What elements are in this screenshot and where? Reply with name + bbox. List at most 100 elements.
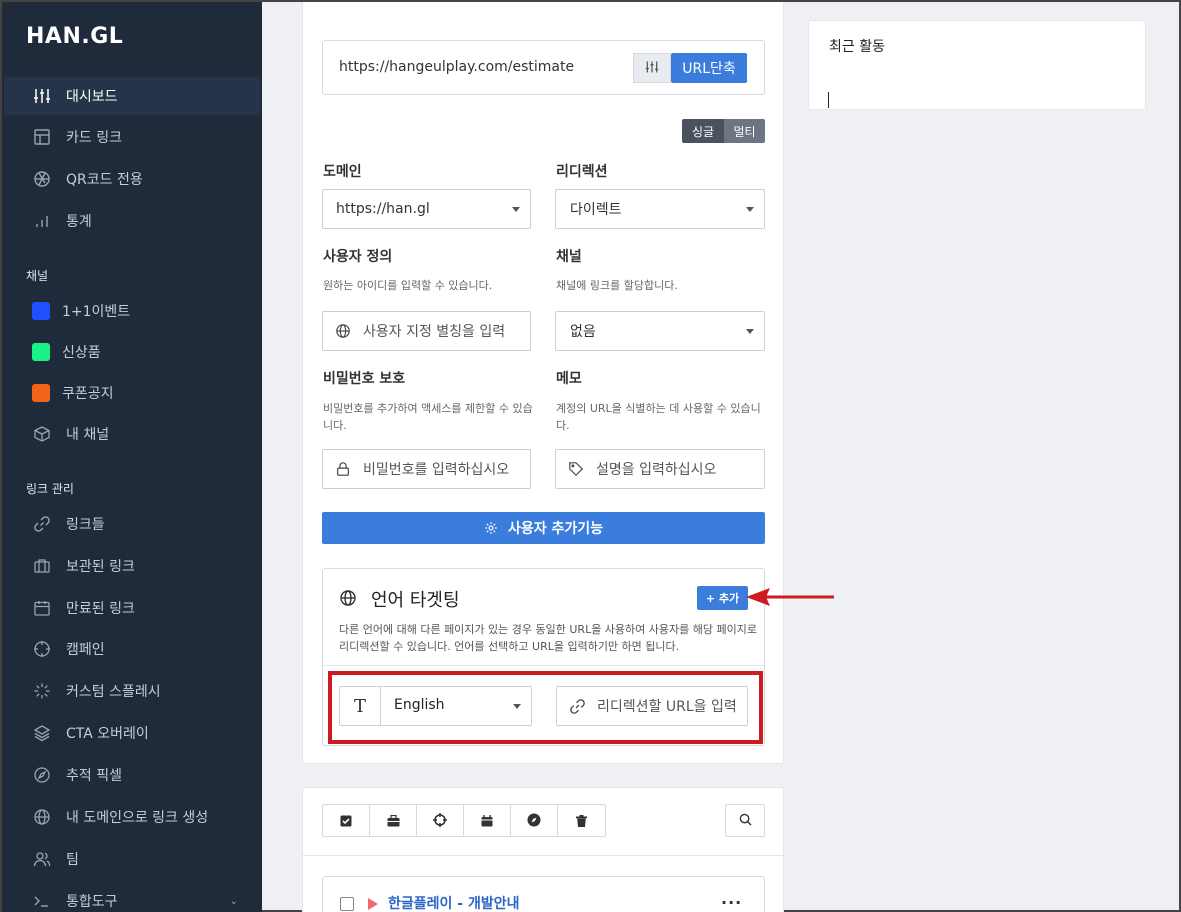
sidebar-item-label: 통계: [66, 214, 92, 230]
sidebar-item-expired[interactable]: 만료된 링크: [4, 589, 260, 627]
password-hint: 비밀번호를 추가하여 액세스를 제한할 수 있습니다.: [323, 402, 533, 432]
custom-features-button[interactable]: 사용자 추가기능: [322, 512, 765, 544]
campaign-button[interactable]: [417, 805, 464, 837]
custom-alias-label: 사용자 정의: [323, 249, 393, 265]
aperture-icon: [32, 169, 52, 189]
sidebar-item-label: 통합도구: [66, 894, 118, 910]
select-all-button[interactable]: [323, 805, 370, 837]
link-list-item: 한글플레이 - 개발안내 ...: [322, 876, 765, 912]
memo-label: 메모: [556, 371, 582, 387]
channel-select-value: 없음: [570, 324, 596, 340]
calendar-icon: [32, 598, 52, 618]
domain-select-value: https://han.gl: [336, 201, 430, 217]
channels-section-label: 채널: [26, 269, 49, 283]
gear-icon: [484, 521, 498, 535]
sidebar-item-integrations[interactable]: 통합도구 ⌄: [4, 882, 260, 912]
caret-down-icon: [746, 329, 754, 334]
custom-features-label: 사용자 추가기능: [507, 521, 604, 537]
password-placeholder: 비밀번호를 입력하십시오: [363, 462, 510, 478]
add-language-button[interactable]: + 추가: [697, 586, 748, 610]
channel-select[interactable]: 없음: [555, 311, 765, 351]
sidebar-item-card-link[interactable]: 카드 링크: [4, 118, 260, 156]
logo[interactable]: HAN.GL: [26, 24, 123, 49]
sidebar-item-label: 보관된 링크: [66, 559, 135, 575]
sidebar-item-channel-event[interactable]: 1+1이벤트: [4, 292, 260, 330]
link-title[interactable]: 한글플레이 - 개발안내: [388, 893, 519, 912]
sidebar-item-qr[interactable]: QR코드 전용: [4, 160, 260, 198]
multi-mode-toggle[interactable]: 멀티: [724, 119, 765, 143]
custom-alias-placeholder: 사용자 지정 별칭을 입력: [363, 324, 506, 340]
delete-button[interactable]: [558, 805, 605, 837]
link-icon: [32, 514, 52, 534]
sidebar-item-splash[interactable]: 커스텀 스플레시: [4, 672, 260, 710]
divider: [303, 855, 783, 856]
password-label: 비밀번호 보호: [323, 371, 406, 387]
sidebar-item-archived[interactable]: 보관된 링크: [4, 547, 260, 585]
sidebar-item-channel-new[interactable]: 신상품: [4, 333, 260, 371]
sliders-icon: [645, 59, 659, 78]
domain-select[interactable]: https://han.gl: [322, 189, 531, 229]
sidebar-item-cta[interactable]: CTA 오버레이: [4, 714, 260, 752]
briefcase-icon: [387, 812, 400, 831]
bulk-actions-toolbar: [322, 804, 606, 837]
memo-placeholder: 설명을 입력하십시오: [596, 462, 717, 478]
redirect-select-value: 다이렉트: [570, 202, 622, 218]
memo-input[interactable]: 설명을 입력하십시오: [555, 449, 765, 489]
sidebar-item-label: 내 도메인으로 링크 생성: [66, 810, 209, 826]
check-square-icon: [340, 812, 352, 831]
sidebar-item-stats[interactable]: 통계: [4, 202, 260, 240]
search-button[interactable]: [725, 804, 765, 837]
redirect-label: 리디렉션: [556, 164, 608, 180]
channel-color-swatch: [32, 384, 50, 402]
loader-icon: [32, 681, 52, 701]
globe-icon: [32, 807, 52, 827]
password-input[interactable]: 비밀번호를 입력하십시오: [322, 449, 531, 489]
caret-down-icon: [746, 207, 754, 212]
crosshair-icon: [433, 812, 447, 831]
channel-color-swatch: [32, 343, 50, 361]
bar-chart-icon: [32, 211, 52, 231]
sidebar-item-custom-domain[interactable]: 내 도메인으로 링크 생성: [4, 798, 260, 836]
url-input[interactable]: https://hangeulplay.com/estimate: [339, 59, 574, 75]
sidebar-item-label: 1+1이벤트: [62, 304, 131, 320]
highlight-box: [328, 671, 763, 744]
url-input-box: https://hangeulplay.com/estimate URL단축: [322, 40, 765, 95]
link-checkbox[interactable]: [340, 897, 354, 911]
sidebar: HAN.GL 대시보드 카드 링크 QR코드 전용 통계 채널 1+1이벤트 신…: [2, 2, 262, 912]
channel-button[interactable]: [464, 805, 511, 837]
language-targeting-title: 언어 타겟팅: [371, 590, 460, 611]
sidebar-item-pixel[interactable]: 추적 픽셀: [4, 756, 260, 794]
sidebar-item-team[interactable]: 팀: [4, 840, 260, 878]
sidebar-item-label: 쿠폰공지: [62, 386, 114, 402]
layers-icon: [32, 723, 52, 743]
more-options-icon[interactable]: ...: [721, 889, 742, 908]
shorten-button[interactable]: URL단축: [671, 53, 747, 83]
custom-alias-input[interactable]: 사용자 지정 별칭을 입력: [322, 311, 531, 351]
shorten-card: https://hangeulplay.com/estimate URL단축 싱…: [302, 2, 784, 764]
sidebar-item-my-channel[interactable]: 내 채널: [4, 415, 260, 453]
sidebar-item-label: 팀: [66, 852, 79, 868]
compass-icon: [32, 765, 52, 785]
sidebar-item-dashboard[interactable]: 대시보드: [4, 77, 260, 115]
redirect-select[interactable]: 다이렉트: [555, 189, 765, 229]
briefcase-icon: [32, 556, 52, 576]
sidebar-item-label: 추적 픽셀: [66, 768, 122, 784]
links-section-label: 링크 관리: [26, 482, 74, 496]
url-options-button[interactable]: [633, 53, 671, 83]
sidebar-item-channel-coupon[interactable]: 쿠폰공지: [4, 374, 260, 412]
single-mode-toggle[interactable]: 싱글: [682, 119, 724, 143]
sidebar-item-label: QR코드 전용: [66, 172, 143, 188]
sidebar-item-links[interactable]: 링크들: [4, 505, 260, 543]
sidebar-item-label: 캠페인: [66, 642, 105, 658]
text-cursor: [828, 92, 829, 108]
sidebar-item-label: 만료된 링크: [66, 601, 135, 617]
sidebar-item-label: 내 채널: [66, 427, 110, 443]
recent-activity-title: 최근 활동: [829, 39, 885, 55]
pixel-button[interactable]: [511, 805, 558, 837]
calendar-icon: [481, 812, 493, 831]
custom-alias-hint: 원하는 아이디를 입력할 수 있습니다.: [323, 279, 493, 292]
sidebar-item-label: 신상품: [62, 345, 101, 361]
sidebar-item-campaign[interactable]: 캠페인: [4, 630, 260, 668]
channel-hint: 채널에 링크를 할당합니다.: [556, 279, 678, 292]
archive-button[interactable]: [370, 805, 417, 837]
